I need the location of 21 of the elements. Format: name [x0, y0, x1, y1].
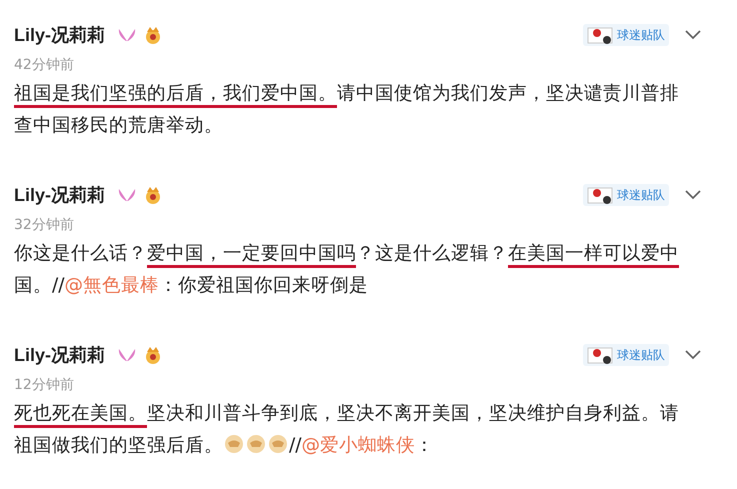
chevron-down-icon[interactable] [685, 350, 701, 360]
post-time: 42分钟前 [14, 56, 75, 74]
wings-icon [117, 27, 138, 43]
author-name[interactable]: Lily-况莉莉 [14, 183, 106, 207]
fan-badge: 球迷贴队 [583, 24, 669, 46]
post-text: 你这是什么话？爱中国，一定要回中国吗？这是什么逻辑？在美国一样可以爱中 国。//@無色最棒：你爱祖国你回来呀倒是 [14, 242, 680, 298]
author-name[interactable]: Lily-况莉莉 [14, 343, 106, 367]
author-name[interactable]: Lily-况莉莉 [14, 23, 106, 47]
wings-icon [117, 187, 138, 203]
wings-icon [117, 347, 138, 363]
fist-emoji-icon [246, 434, 266, 454]
fist-emoji-icon [268, 434, 288, 454]
chevron-down-icon[interactable] [685, 190, 701, 200]
fan-badge: 球迷贴队 [583, 344, 669, 366]
fan-badge: 球迷贴队 [583, 184, 669, 206]
fist-emoji-icon [224, 434, 244, 454]
post-time: 32分钟前 [14, 216, 75, 234]
post-time: 12分钟前 [14, 376, 75, 394]
chevron-down-icon[interactable] [685, 30, 701, 40]
post-text: 祖国是我们坚强的后盾，我们爱中国。请中国使馆为我们发声，坚决谴责川普排查中国移民的荒唐举动。 [14, 82, 680, 138]
post-text: 死也死在美国。坚决和川普斗争到底，坚决不离开美国，坚决维护自身利益。请祖国做我们的坚强后盾。 //@爱小蜘蛛侠： [14, 402, 680, 458]
